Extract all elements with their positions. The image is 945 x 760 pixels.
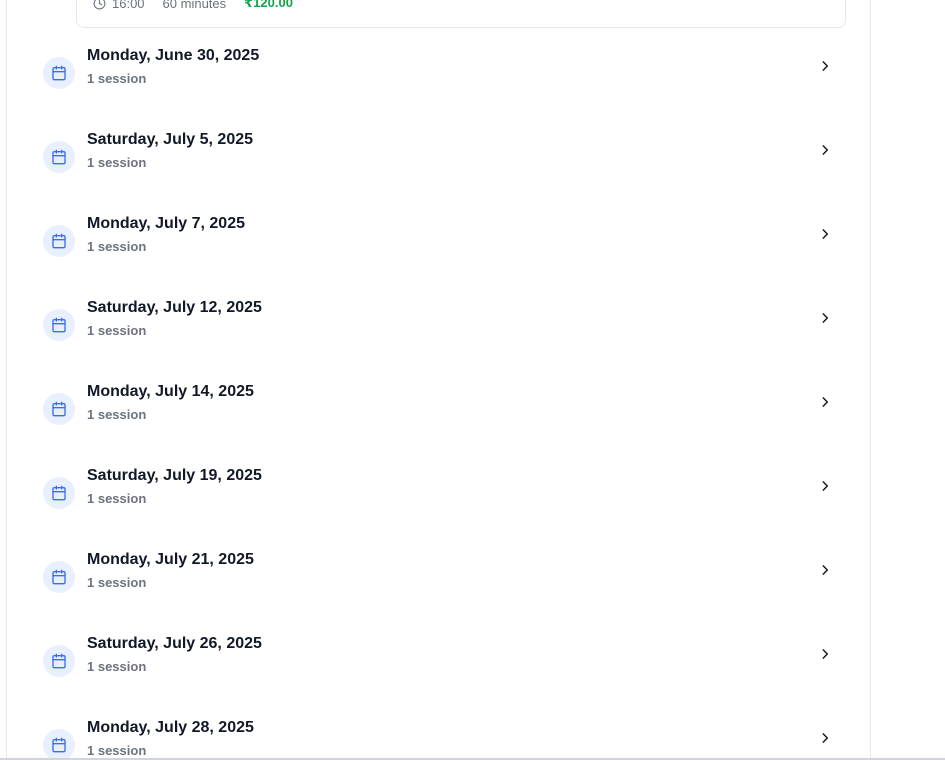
chevron-right-icon[interactable] xyxy=(818,227,832,241)
chevron-right-icon[interactable] xyxy=(818,395,832,409)
day-title: Monday, July 28, 2025 xyxy=(87,719,254,736)
day-title: Saturday, July 12, 2025 xyxy=(87,299,262,316)
day-session-count: 1 session xyxy=(87,407,147,422)
day-title: Monday, June 30, 2025 xyxy=(87,47,260,64)
chevron-right-icon[interactable] xyxy=(818,143,832,157)
calendar-icon xyxy=(43,561,75,593)
day-row[interactable]: Saturday, July 12, 2025 1 session xyxy=(7,288,870,372)
session-time: 16:00 xyxy=(112,0,145,11)
clock-icon xyxy=(93,0,106,10)
day-title: Monday, July 21, 2025 xyxy=(87,551,254,568)
day-title: Saturday, July 26, 2025 xyxy=(87,635,262,652)
chevron-right-icon[interactable] xyxy=(818,563,832,577)
day-session-count: 1 session xyxy=(87,491,147,506)
day-session-count: 1 session xyxy=(87,323,147,338)
calendar-icon xyxy=(43,645,75,677)
session-card[interactable]: 16:00 60 minutes ₹120.00 xyxy=(76,0,846,28)
session-duration: 60 minutes xyxy=(162,0,227,11)
session-meta: 16:00 60 minutes ₹120.00 xyxy=(93,0,293,11)
session-price: ₹120.00 xyxy=(244,0,293,10)
day-session-count: 1 session xyxy=(87,743,147,758)
day-title: Monday, July 14, 2025 xyxy=(87,383,254,400)
day-session-count: 1 session xyxy=(87,575,147,590)
day-session-count: 1 session xyxy=(87,239,147,254)
day-title: Saturday, July 5, 2025 xyxy=(87,131,254,148)
calendar-icon xyxy=(43,141,75,173)
sessions-panel: 16:00 60 minutes ₹120.00 Monday, June 30… xyxy=(6,0,871,760)
day-row[interactable]: Monday, July 7, 2025 1 session xyxy=(7,204,870,288)
day-row[interactable]: Saturday, July 26, 2025 1 session xyxy=(7,624,870,708)
day-session-count: 1 session xyxy=(87,71,147,86)
day-title: Saturday, July 19, 2025 xyxy=(87,467,262,484)
calendar-icon xyxy=(43,57,75,89)
day-session-count: 1 session xyxy=(87,659,147,674)
calendar-icon xyxy=(43,225,75,257)
day-session-count: 1 session xyxy=(87,155,147,170)
day-row[interactable]: Saturday, July 5, 2025 1 session xyxy=(7,120,870,204)
day-row[interactable]: Monday, June 30, 2025 1 session xyxy=(7,36,870,120)
chevron-right-icon[interactable] xyxy=(818,647,832,661)
day-row[interactable]: Monday, July 14, 2025 1 session xyxy=(7,372,870,456)
calendar-icon xyxy=(43,393,75,425)
calendar-icon xyxy=(43,477,75,509)
day-row[interactable]: Saturday, July 19, 2025 1 session xyxy=(7,456,870,540)
day-row[interactable]: Monday, July 28, 2025 1 session xyxy=(7,708,870,760)
chevron-right-icon[interactable] xyxy=(818,479,832,493)
chevron-right-icon[interactable] xyxy=(818,59,832,73)
day-row[interactable]: Monday, July 21, 2025 1 session xyxy=(7,540,870,624)
calendar-icon xyxy=(43,729,75,760)
chevron-right-icon[interactable] xyxy=(818,311,832,325)
day-title: Monday, July 7, 2025 xyxy=(87,215,245,232)
calendar-icon xyxy=(43,309,75,341)
chevron-right-icon[interactable] xyxy=(818,731,832,745)
